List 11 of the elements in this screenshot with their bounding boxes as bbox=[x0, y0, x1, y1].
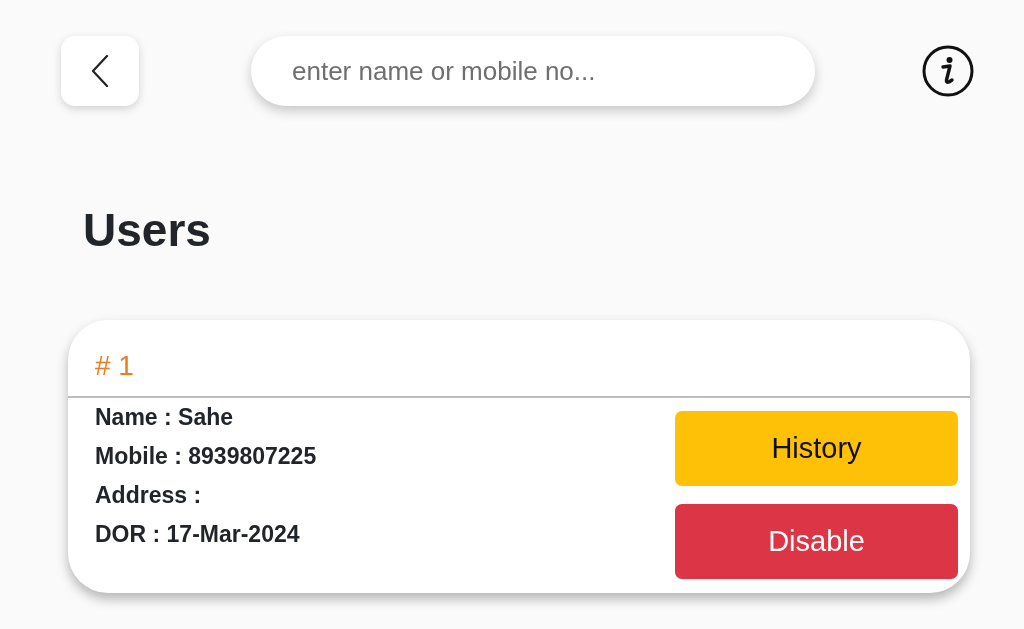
search-field[interactable]: enter name or mobile no... bbox=[251, 36, 815, 106]
info-icon[interactable] bbox=[922, 45, 974, 97]
history-button[interactable]: History bbox=[675, 411, 958, 486]
user-detail: Name : Sahe bbox=[95, 403, 235, 432]
user-detail: Address : bbox=[95, 481, 203, 510]
user-number: # 1 bbox=[95, 350, 134, 382]
user-detail: Mobile : 8939807225 bbox=[95, 442, 317, 471]
disable-button[interactable]: Disable bbox=[675, 504, 958, 579]
chevron-left-icon bbox=[91, 55, 109, 87]
page-title: Users bbox=[83, 203, 212, 258]
user-detail: DOR : 17-Mar-2024 bbox=[95, 520, 301, 549]
